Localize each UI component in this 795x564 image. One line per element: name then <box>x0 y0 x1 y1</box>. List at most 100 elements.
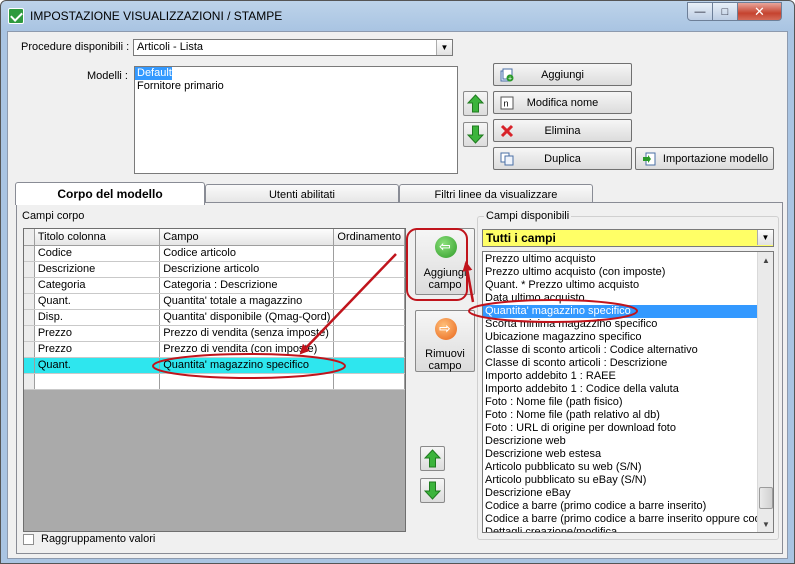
campi-disponibili-scrollbar[interactable]: ▲ ▼ <box>757 252 773 532</box>
chevron-down-icon[interactable]: ▼ <box>436 40 452 55</box>
list-item[interactable]: Scorta minima magazzino specifico <box>483 318 757 331</box>
tab-corpo-modello[interactable]: Corpo del modello <box>15 182 205 205</box>
cell-titolo[interactable]: Quant. <box>34 357 161 374</box>
maximize-button[interactable]: □ <box>712 2 738 21</box>
empty-cell[interactable] <box>34 373 161 390</box>
cell-titolo[interactable]: Descrizione <box>34 261 161 278</box>
cell-campo[interactable]: Codice articolo <box>159 245 335 262</box>
list-item[interactable]: Quant. * Prezzo ultimo acquisto <box>483 279 757 292</box>
table-row[interactable]: Descrizione Descrizione articolo <box>24 261 405 278</box>
cell-titolo[interactable]: Disp. <box>34 309 161 326</box>
grid-header-ordinamento[interactable]: Ordinamento <box>333 229 405 246</box>
table-row[interactable]: Categoria Categoria : Descrizione <box>24 277 405 294</box>
cell-campo[interactable]: Prezzo di vendita (con imposte) <box>159 341 335 358</box>
add-field-button[interactable]: ⇦ Aggiungi campo <box>415 228 475 295</box>
table-row-empty[interactable] <box>24 373 405 390</box>
list-item[interactable]: Prezzo ultimo acquisto <box>483 253 757 266</box>
list-item[interactable]: Foto : Nome file (path relativo al db) <box>483 409 757 422</box>
modelli-list-item[interactable]: Fornitore primario <box>135 80 457 93</box>
list-item[interactable]: Classe di sconto articoli : Descrizione <box>483 357 757 370</box>
cell-titolo[interactable]: Categoria <box>34 277 161 294</box>
empty-cell[interactable] <box>24 373 35 390</box>
scroll-down-icon[interactable]: ▼ <box>758 516 773 532</box>
list-item[interactable]: Importo addebito 1 : Codice della valuta <box>483 383 757 396</box>
cell-campo[interactable]: Prezzo di vendita (senza imposte) <box>159 325 335 342</box>
rename-model-button[interactable]: n Modifica nome <box>493 91 632 114</box>
row-indicator[interactable] <box>24 325 35 342</box>
row-indicator[interactable] <box>24 357 35 374</box>
list-item[interactable]: Importo addebito 1 : RAEE <box>483 370 757 383</box>
procedure-select[interactable]: Articoli - Lista ▼ <box>133 39 453 56</box>
cell-titolo[interactable]: Quant. <box>34 293 161 310</box>
minimize-button[interactable]: — <box>687 2 713 21</box>
title-bar[interactable]: IMPOSTAZIONE VISUALIZZAZIONI / STAMPE — … <box>1 1 794 31</box>
row-indicator[interactable] <box>24 245 35 262</box>
row-indicator[interactable] <box>24 293 35 310</box>
chevron-down-icon[interactable]: ▼ <box>757 230 773 245</box>
import-model-button[interactable]: Importazione modello <box>635 147 774 170</box>
list-item[interactable]: Foto : Nome file (path fisico) <box>483 396 757 409</box>
raggruppamento-checkbox[interactable] <box>23 534 34 545</box>
cell-campo[interactable]: Quantita' disponibile (Qmag-Qord) <box>159 309 335 326</box>
move-model-down-button[interactable] <box>463 122 488 147</box>
grid-header-campo[interactable]: Campo <box>159 229 335 246</box>
move-field-down-button[interactable] <box>420 478 445 503</box>
list-item[interactable]: Articolo pubblicato su web (S/N) <box>483 461 757 474</box>
cell-ordinamento[interactable] <box>333 309 405 326</box>
delete-model-button[interactable]: Elimina <box>493 119 632 142</box>
list-item[interactable]: Classe di sconto articoli : Codice alter… <box>483 344 757 357</box>
row-indicator[interactable] <box>24 341 35 358</box>
move-field-up-button[interactable] <box>420 446 445 471</box>
list-item[interactable]: Descrizione eBay <box>483 487 757 500</box>
empty-cell[interactable] <box>159 373 335 390</box>
table-row[interactable]: Quant. Quantita' totale a magazzino <box>24 293 405 310</box>
cell-ordinamento[interactable] <box>333 293 405 310</box>
cell-campo[interactable]: Quantita' magazzino specifico <box>159 357 335 374</box>
table-row[interactable]: Quant. Quantita' magazzino specifico <box>24 357 405 374</box>
list-item[interactable]: Prezzo ultimo acquisto (con imposte) <box>483 266 757 279</box>
cell-ordinamento[interactable] <box>333 245 405 262</box>
cell-ordinamento[interactable] <box>333 341 405 358</box>
cell-campo[interactable]: Descrizione articolo <box>159 261 335 278</box>
list-item[interactable]: Articolo pubblicato su eBay (S/N) <box>483 474 757 487</box>
cell-campo[interactable]: Categoria : Descrizione <box>159 277 335 294</box>
remove-field-button[interactable]: ⇨ Rimuovi campo <box>415 310 475 372</box>
grid-header-titolo[interactable]: Titolo colonna <box>34 229 161 246</box>
table-row[interactable]: Prezzo Prezzo di vendita (con imposte) <box>24 341 405 358</box>
cell-ordinamento[interactable] <box>333 261 405 278</box>
list-item[interactable]: Codice a barre (primo codice a barre ins… <box>483 513 773 526</box>
row-indicator[interactable] <box>24 277 35 294</box>
row-indicator[interactable] <box>24 309 35 326</box>
list-item[interactable]: Descrizione web estesa <box>483 448 757 461</box>
cell-campo[interactable]: Quantita' totale a magazzino <box>159 293 335 310</box>
table-row[interactable]: Codice Codice articolo <box>24 245 405 262</box>
list-item[interactable]: Codice a barre (primo codice a barre ins… <box>483 500 757 513</box>
campi-filter-select[interactable]: Tutti i campi ▼ <box>482 229 774 247</box>
scroll-thumb[interactable] <box>759 487 773 509</box>
campi-disponibili-list[interactable]: Prezzo ultimo acquisto Prezzo ultimo acqu… <box>482 251 774 533</box>
list-item[interactable]: Foto : URL di origine per download foto <box>483 422 757 435</box>
scroll-up-icon[interactable]: ▲ <box>758 252 773 268</box>
cell-titolo[interactable]: Prezzo <box>34 341 161 358</box>
list-item[interactable]: Dettagli creazione/modifica <box>483 526 757 532</box>
cell-ordinamento[interactable] <box>333 325 405 342</box>
duplicate-model-button[interactable]: Duplica <box>493 147 632 170</box>
list-item[interactable]: Quantita' magazzino specifico <box>483 305 757 318</box>
cell-titolo[interactable]: Prezzo <box>34 325 161 342</box>
table-row[interactable]: Prezzo Prezzo di vendita (senza imposte) <box>24 325 405 342</box>
move-model-up-button[interactable] <box>463 91 488 116</box>
list-item[interactable]: Descrizione web <box>483 435 757 448</box>
cell-ordinamento[interactable] <box>333 277 405 294</box>
row-indicator[interactable] <box>24 261 35 278</box>
list-item[interactable]: Data ultimo acquisto <box>483 292 757 305</box>
cell-titolo[interactable]: Codice <box>34 245 161 262</box>
campi-corpo-grid[interactable]: Titolo colonna Campo Ordinamento Codice C… <box>23 228 406 532</box>
close-button[interactable]: ✕ <box>737 2 782 21</box>
add-model-button[interactable]: + Aggiungi <box>493 63 632 86</box>
modelli-list[interactable]: Default Fornitore primario <box>134 66 458 174</box>
modelli-list-item[interactable]: Default <box>135 67 172 80</box>
empty-cell[interactable] <box>333 373 405 390</box>
cell-ordinamento[interactable] <box>333 357 405 374</box>
list-item[interactable]: Ubicazione magazzino specifico <box>483 331 757 344</box>
table-row[interactable]: Disp. Quantita' disponibile (Qmag-Qord) <box>24 309 405 326</box>
